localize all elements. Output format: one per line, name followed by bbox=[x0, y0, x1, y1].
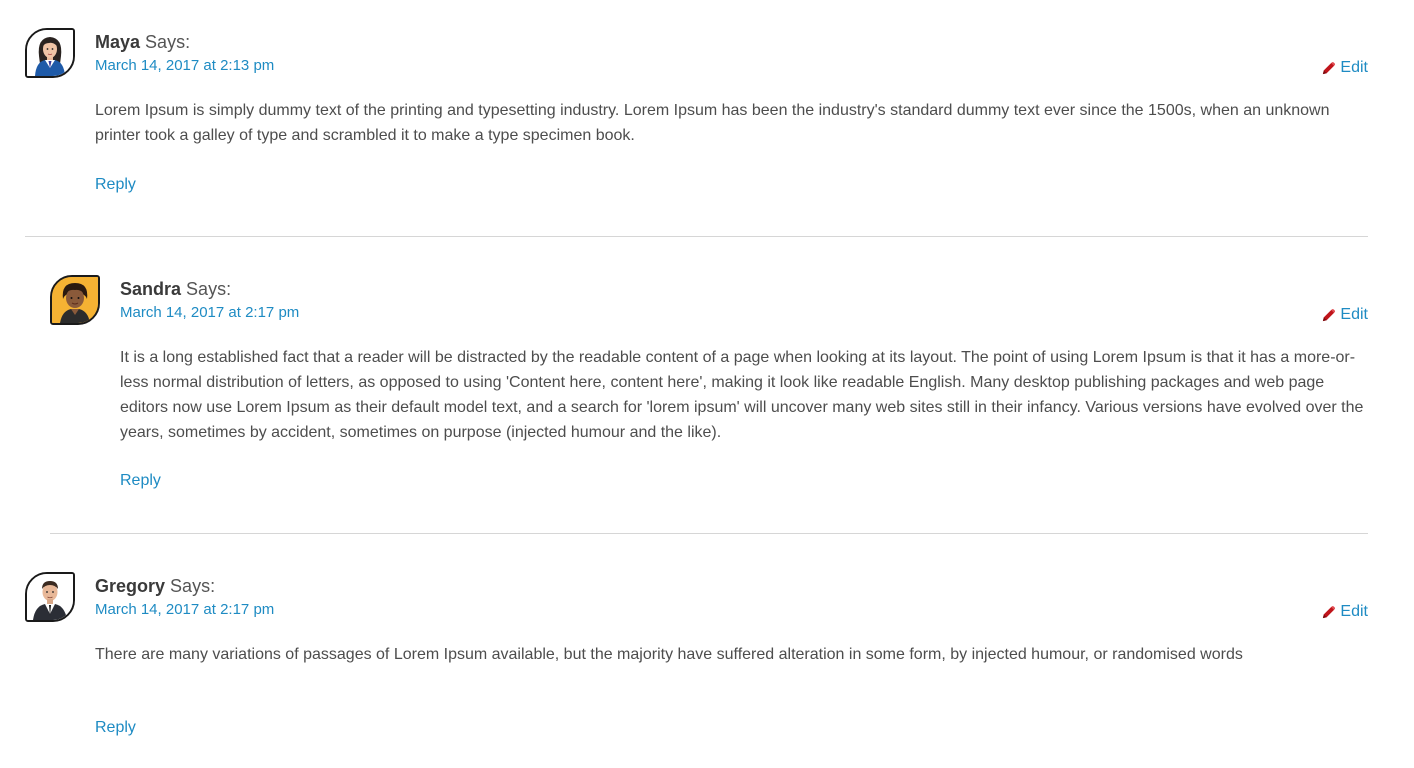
edit-label: Edit bbox=[1340, 59, 1368, 76]
male-avatar-icon bbox=[27, 574, 73, 620]
edit-link[interactable]: Edit bbox=[1321, 603, 1368, 621]
reply-link[interactable]: Reply bbox=[95, 176, 136, 194]
author-line: Maya Says: bbox=[95, 31, 274, 53]
female-avatar-icon bbox=[52, 277, 98, 323]
author-line: Sandra Says: bbox=[120, 278, 299, 300]
comment-date-link[interactable]: March 14, 2017 at 2:17 pm bbox=[120, 303, 299, 323]
comment: Maya Says: March 14, 2017 at 2:13 pm Edi… bbox=[0, 0, 1414, 236]
pencil-icon bbox=[1323, 61, 1336, 74]
comment-text: It is a long established fact that a rea… bbox=[120, 349, 1364, 441]
avatar[interactable] bbox=[25, 572, 75, 622]
female-avatar-icon bbox=[27, 30, 73, 76]
avatar[interactable] bbox=[50, 275, 100, 325]
says-label: Says: bbox=[170, 576, 216, 596]
pencil-icon bbox=[1323, 605, 1336, 618]
pencil-icon bbox=[1323, 308, 1336, 321]
edit-link[interactable]: Edit bbox=[1321, 59, 1368, 77]
author-line: Gregory Says: bbox=[95, 575, 274, 597]
comment: Sandra Says: March 14, 2017 at 2:17 pm E… bbox=[0, 237, 1414, 533]
comment-text: Lorem Ipsum is simply dummy text of the … bbox=[95, 102, 1330, 144]
edit-label: Edit bbox=[1340, 306, 1368, 323]
edit-label: Edit bbox=[1340, 603, 1368, 620]
author-name[interactable]: Maya bbox=[95, 32, 140, 52]
reply-link[interactable]: Reply bbox=[120, 472, 161, 490]
comment: Gregory Says: March 14, 2017 at 2:17 pm … bbox=[0, 534, 1414, 768]
edit-link[interactable]: Edit bbox=[1321, 306, 1368, 324]
author-name[interactable]: Gregory bbox=[95, 576, 165, 596]
avatar[interactable] bbox=[25, 28, 75, 78]
says-label: Says: bbox=[145, 32, 191, 52]
says-label: Says: bbox=[186, 279, 232, 299]
comment-date-link[interactable]: March 14, 2017 at 2:13 pm bbox=[95, 56, 274, 76]
reply-link[interactable]: Reply bbox=[95, 719, 136, 737]
comment-date-link[interactable]: March 14, 2017 at 2:17 pm bbox=[95, 600, 274, 620]
author-name[interactable]: Sandra bbox=[120, 279, 181, 299]
comment-text: There are many variations of passages of… bbox=[95, 646, 1243, 663]
